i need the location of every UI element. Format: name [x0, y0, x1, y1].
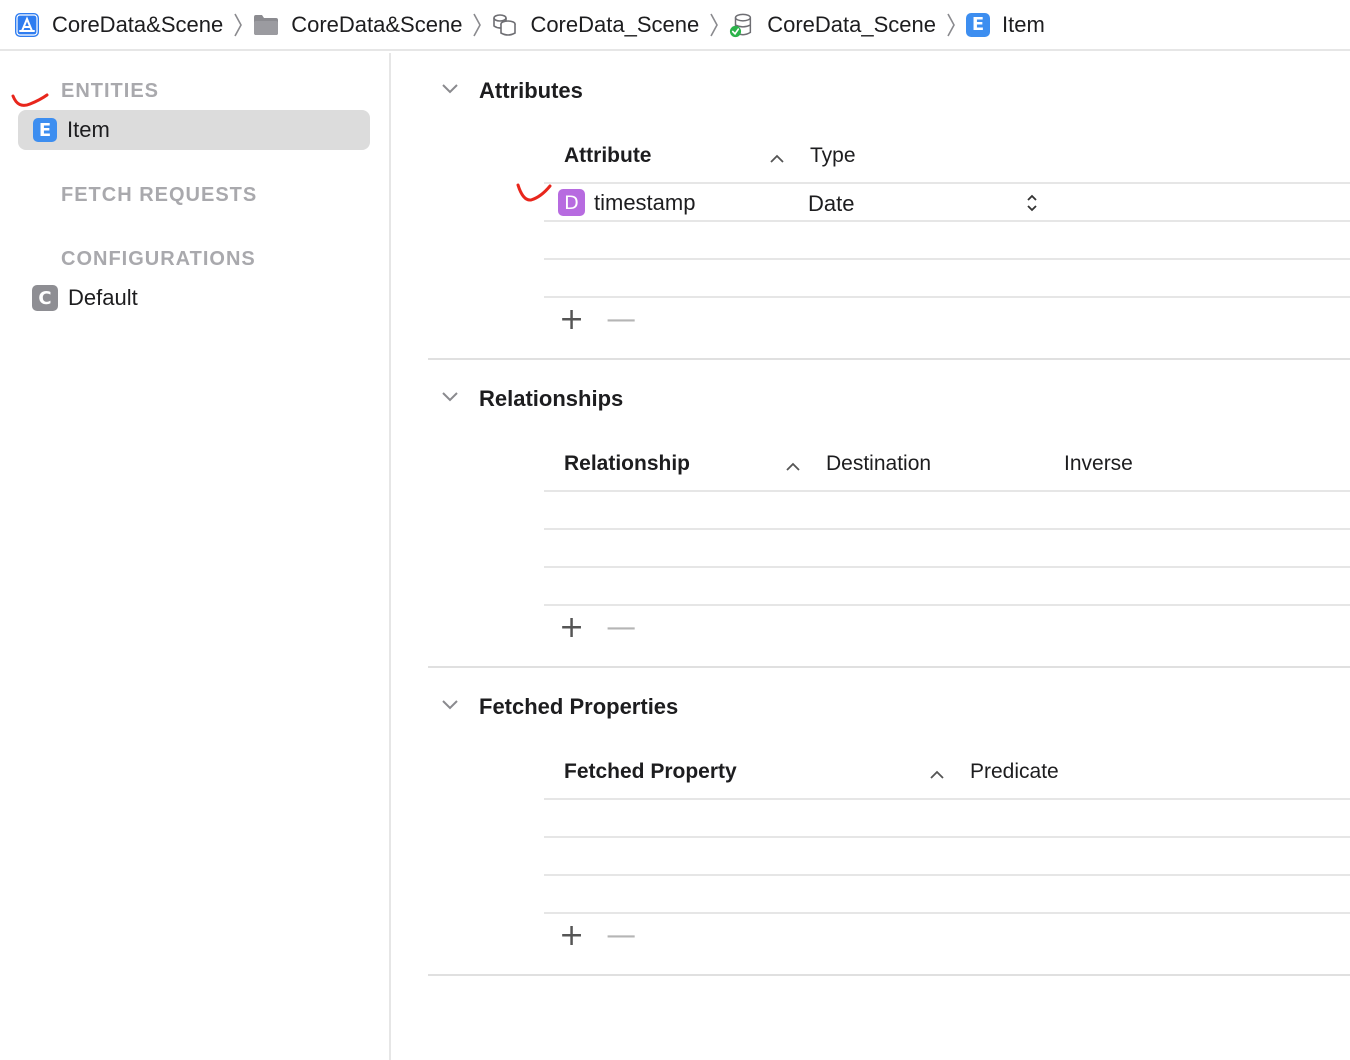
breadcrumb-label: CoreData&Scene	[52, 11, 224, 37]
breadcrumb-label: CoreData_Scene	[530, 11, 700, 37]
divider	[544, 836, 1350, 838]
breadcrumb-item-model-bundle[interactable]: CoreData_Scene	[492, 0, 699, 49]
column-header-type[interactable]: Type	[810, 144, 856, 168]
remove-relationship-button[interactable]: —	[606, 613, 636, 643]
folder-icon	[253, 12, 279, 38]
app-project-icon	[14, 12, 40, 38]
entities-heading: ENTITIES	[61, 80, 160, 102]
entity-icon: E	[33, 118, 57, 142]
divider	[544, 874, 1350, 876]
chevron-right-icon	[472, 12, 482, 38]
fetch-requests-heading: FETCH REQUESTS	[61, 184, 258, 206]
breadcrumb-label: CoreData_Scene	[767, 11, 936, 37]
section-title: Attributes	[479, 78, 583, 103]
column-header-relationship[interactable]: Relationship	[564, 452, 690, 476]
configurations-heading: CONFIGURATIONS	[61, 248, 256, 270]
divider	[544, 604, 1350, 606]
divider	[544, 566, 1350, 568]
section-divider	[428, 358, 1350, 360]
column-header-fetched-property[interactable]: Fetched Property	[564, 760, 737, 784]
attribute-name-cell[interactable]: timestamp	[594, 190, 695, 216]
breadcrumb: CoreData&Scene CoreData&Scene CoreData_S…	[0, 0, 1350, 51]
divider	[544, 220, 1350, 222]
chevron-right-icon	[709, 12, 719, 38]
remove-attribute-button[interactable]: —	[606, 305, 636, 335]
divider	[544, 798, 1350, 800]
divider	[544, 528, 1350, 530]
chevron-right-icon	[946, 12, 956, 38]
breadcrumb-item-project[interactable]: CoreData&Scene	[14, 0, 223, 49]
up-down-chevron-icon[interactable]	[1026, 193, 1038, 218]
sort-ascending-icon[interactable]	[929, 767, 945, 785]
remove-fetched-property-button[interactable]: —	[606, 921, 636, 951]
configuration-icon: C	[32, 285, 58, 311]
breadcrumb-item-group[interactable]: CoreData&Scene	[253, 0, 462, 49]
sidebar-item-configuration[interactable]: C Default	[32, 285, 138, 311]
chevron-right-icon	[233, 12, 243, 38]
chevron-down-icon	[441, 698, 459, 716]
divider	[544, 258, 1350, 260]
section-divider	[428, 974, 1350, 976]
red-check-annotation	[515, 181, 555, 210]
attributes-section-toggle[interactable]: Attributes	[441, 78, 583, 104]
data-model-bundle-icon	[492, 12, 518, 38]
add-attribute-button[interactable]: +	[559, 305, 584, 335]
breadcrumb-item-model-version[interactable]: CoreData_Scene	[729, 0, 936, 49]
section-divider	[428, 666, 1350, 668]
section-title: Relationships	[479, 386, 624, 411]
data-model-version-icon	[729, 12, 755, 38]
section-title: Fetched Properties	[479, 694, 679, 719]
sidebar: ENTITIES E Item FETCH REQUESTS CONFIGURA…	[0, 53, 391, 1060]
entity-icon: E	[966, 12, 990, 37]
breadcrumb-label: Item	[1002, 11, 1045, 37]
sort-ascending-icon[interactable]	[785, 459, 801, 477]
add-relationship-button[interactable]: +	[559, 613, 584, 643]
sidebar-item-entity[interactable]: E Item	[18, 110, 370, 150]
sort-ascending-icon[interactable]	[769, 151, 785, 169]
column-header-destination[interactable]: Destination	[826, 452, 931, 476]
fetched-properties-section-toggle[interactable]: Fetched Properties	[441, 694, 678, 720]
breadcrumb-item-entity[interactable]: E Item	[966, 0, 1045, 49]
divider	[544, 182, 1350, 184]
chevron-down-icon	[441, 390, 459, 408]
column-header-inverse[interactable]: Inverse	[1064, 452, 1133, 476]
relationships-section-toggle[interactable]: Relationships	[441, 386, 623, 412]
breadcrumb-label: CoreData&Scene	[291, 11, 463, 37]
sidebar-item-label: Default	[68, 285, 138, 310]
divider	[544, 490, 1350, 492]
add-fetched-property-button[interactable]: +	[559, 921, 584, 951]
column-header-predicate[interactable]: Predicate	[970, 760, 1059, 784]
date-type-icon: D	[558, 189, 585, 216]
attribute-type-select[interactable]: Date	[808, 191, 854, 217]
sidebar-item-label: Item	[67, 117, 110, 142]
chevron-down-icon	[441, 82, 459, 100]
main-editor: Attributes Attribute Type D timestamp Da…	[393, 53, 1350, 1060]
divider	[544, 296, 1350, 298]
divider	[544, 912, 1350, 914]
column-header-attribute[interactable]: Attribute	[564, 144, 652, 168]
